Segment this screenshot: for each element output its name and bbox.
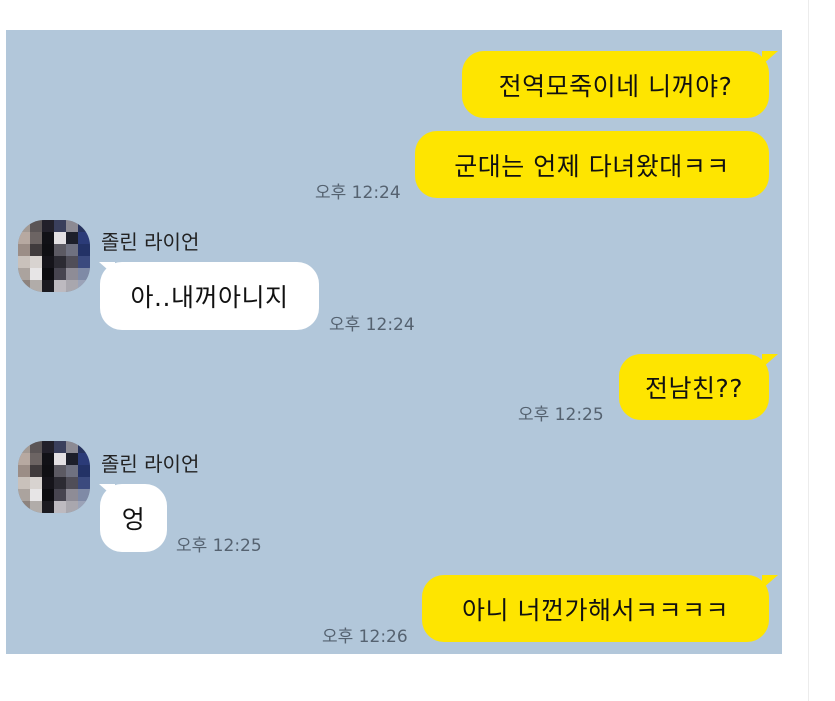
- bubble-tail: [762, 51, 778, 65]
- my-message-bubble[interactable]: 전역모죽이네 니꺼야?: [462, 51, 769, 118]
- sender-name: 졸린 라이언: [101, 230, 200, 254]
- page-divider: [808, 0, 809, 701]
- bubble-tail: [762, 575, 778, 589]
- message-time: 오후 12:25: [176, 536, 262, 556]
- other-message-bubble[interactable]: 아..내꺼아니지: [100, 262, 319, 330]
- my-message-bubble[interactable]: 군대는 언제 다녀왔대ㅋㅋ: [415, 131, 769, 198]
- message-time: 오후 12:24: [315, 183, 401, 203]
- message-text: 아니 너껀가해서ㅋㅋㅋㅋ: [462, 595, 729, 625]
- message-time: 오후 12:25: [518, 405, 604, 425]
- profile-avatar[interactable]: [18, 220, 90, 292]
- bubble-tail: [762, 354, 778, 368]
- other-message-bubble[interactable]: 엉: [100, 484, 167, 552]
- message-text: 전역모죽이네 니꺼야?: [498, 71, 733, 101]
- message-text: 아..내꺼아니지: [130, 283, 289, 312]
- sender-name: 졸린 라이언: [101, 452, 200, 476]
- message-time: 오후 12:24: [329, 315, 415, 335]
- message-text: 군대는 언제 다녀왔대ㅋㅋ: [454, 151, 730, 181]
- my-message-bubble[interactable]: 아니 너껀가해서ㅋㅋㅋㅋ: [422, 575, 769, 642]
- profile-avatar[interactable]: [18, 441, 90, 513]
- message-time: 오후 12:26: [322, 627, 408, 647]
- message-text: 전남친??: [644, 374, 744, 403]
- chat-room[interactable]: 전역모죽이네 니꺼야? 군대는 언제 다녀왔대ㅋㅋ 오후 12:24 졸린 라이…: [6, 30, 782, 654]
- my-message-bubble[interactable]: 전남친??: [619, 354, 769, 420]
- message-text: 엉: [121, 505, 146, 534]
